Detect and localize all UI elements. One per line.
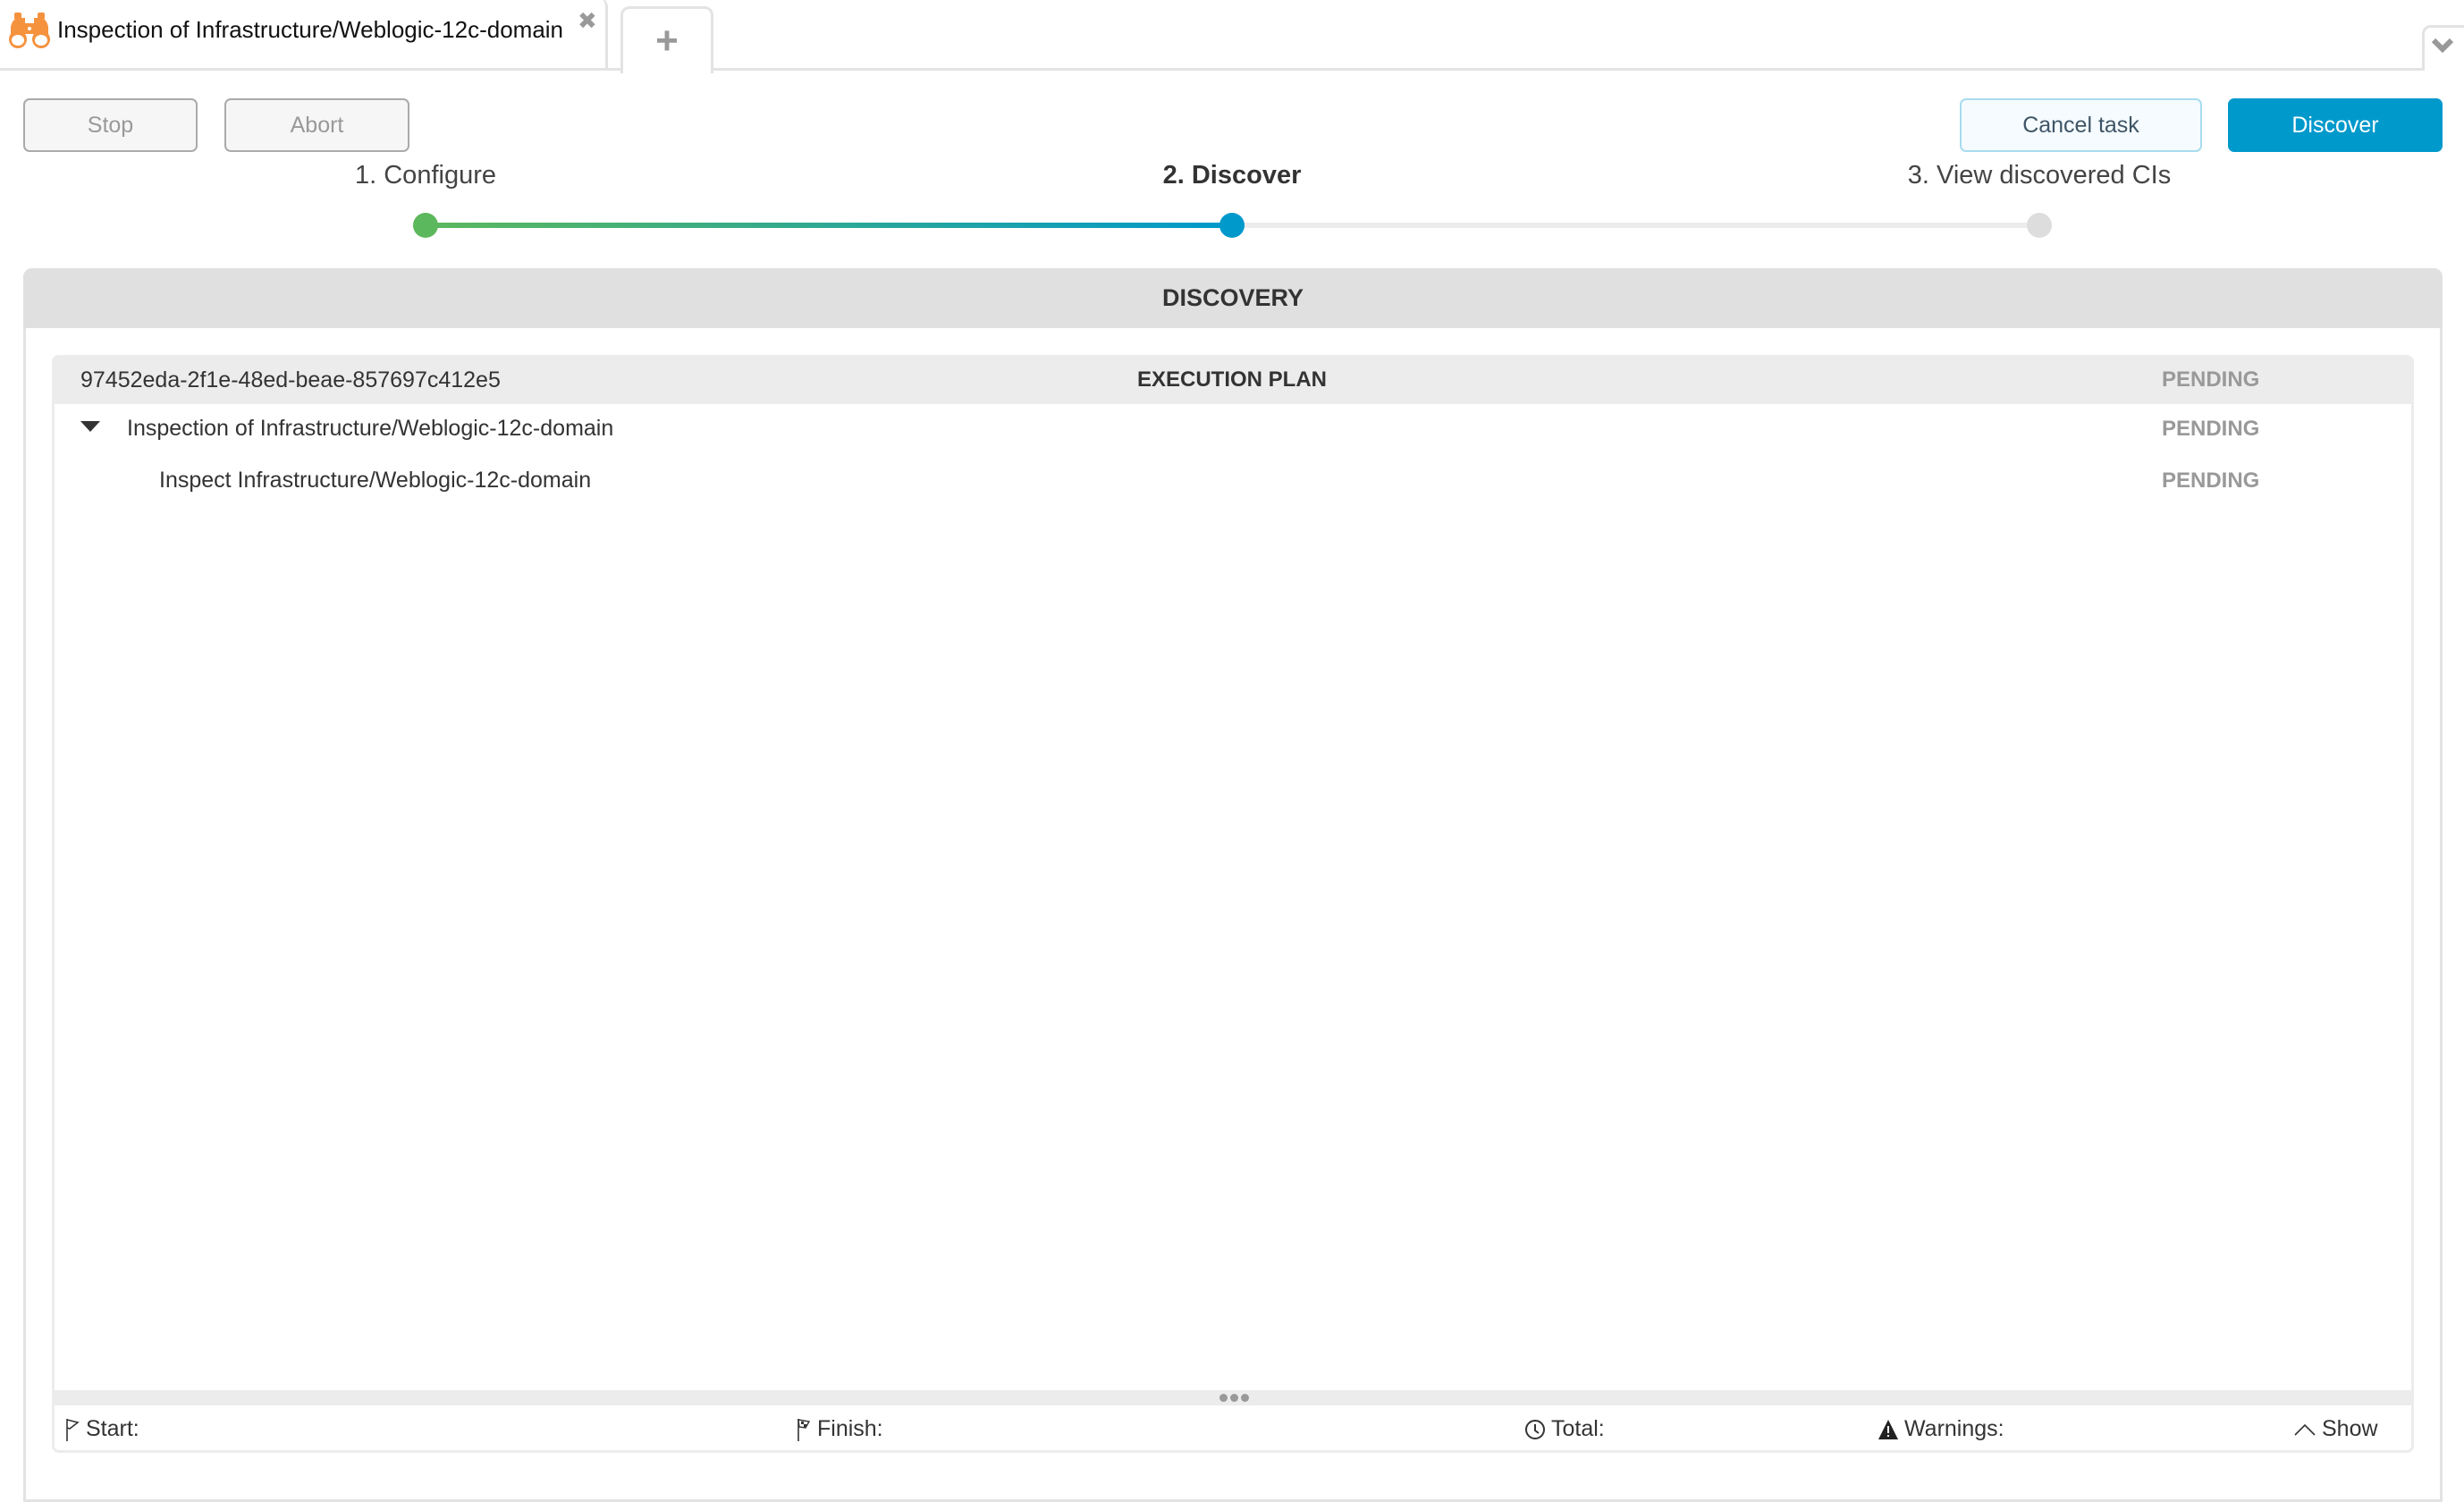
show-details-toggle[interactable]: Show	[2293, 1416, 2378, 1442]
stop-button[interactable]: Stop	[23, 98, 198, 152]
step-view-cis-label: 3. View discovered CIs	[1907, 161, 2172, 190]
plus-icon: +	[655, 19, 679, 63]
step-discover-label: 2. Discover	[1162, 161, 1302, 190]
execution-plan-label: EXECUTION PLAN	[1136, 367, 1328, 392]
step-status: PENDING	[2162, 468, 2260, 493]
resize-handle[interactable]	[55, 1390, 2411, 1405]
stepper-progress	[426, 223, 1232, 228]
start-info: Start:	[64, 1416, 139, 1442]
task-status: PENDING	[2162, 417, 2260, 441]
warning-icon	[1878, 1419, 1898, 1439]
warnings-info: Warnings:	[1878, 1416, 2004, 1442]
discover-button[interactable]: Discover	[2228, 98, 2443, 152]
show-label: Show	[2322, 1416, 2378, 1441]
start-label: Start:	[86, 1416, 139, 1441]
collapse-caret-icon[interactable]	[80, 421, 100, 432]
binoculars-icon	[7, 11, 52, 50]
tab-menu-button[interactable]	[2422, 25, 2464, 71]
task-row-inspection[interactable]: Inspection of Infrastructure/Weblogic-12…	[127, 416, 613, 442]
close-icon[interactable]: ✖	[578, 9, 597, 32]
add-tab-button[interactable]: +	[620, 6, 713, 73]
discovery-title: DISCOVERY	[23, 268, 2443, 328]
execution-plan-box	[52, 355, 2414, 1453]
step-row-inspect[interactable]: Inspect Infrastructure/Weblogic-12c-doma…	[159, 468, 591, 494]
step-configure-label[interactable]: 1. Configure	[355, 161, 496, 190]
step-view-cis-dot	[2027, 213, 2052, 238]
chevron-up-icon	[2294, 1423, 2316, 1436]
clock-icon	[1525, 1419, 1545, 1439]
finish-info: Finish:	[796, 1416, 883, 1442]
checkered-flag-icon	[797, 1418, 811, 1441]
flag-icon	[66, 1418, 80, 1441]
cancel-task-button[interactable]: Cancel task	[1960, 98, 2202, 152]
execution-footer	[55, 1405, 2411, 1452]
abort-button[interactable]: Abort	[224, 98, 409, 152]
tab-inspection[interactable]: Inspection of Infrastructure/Weblogic-12…	[0, 0, 608, 71]
plan-id: 97452eda-2f1e-48ed-beae-857697c412e5	[80, 367, 501, 392]
step-discover-dot	[1219, 213, 1245, 238]
warnings-label: Warnings:	[1904, 1416, 2004, 1441]
step-configure-dot[interactable]	[413, 213, 438, 238]
total-label: Total:	[1551, 1416, 1605, 1441]
plan-status: PENDING	[2162, 367, 2260, 392]
finish-label: Finish:	[817, 1416, 883, 1441]
tab-title: Inspection of Infrastructure/Weblogic-12…	[57, 16, 564, 43]
total-info: Total:	[1524, 1416, 1605, 1442]
chevron-down-icon	[2431, 38, 2454, 54]
